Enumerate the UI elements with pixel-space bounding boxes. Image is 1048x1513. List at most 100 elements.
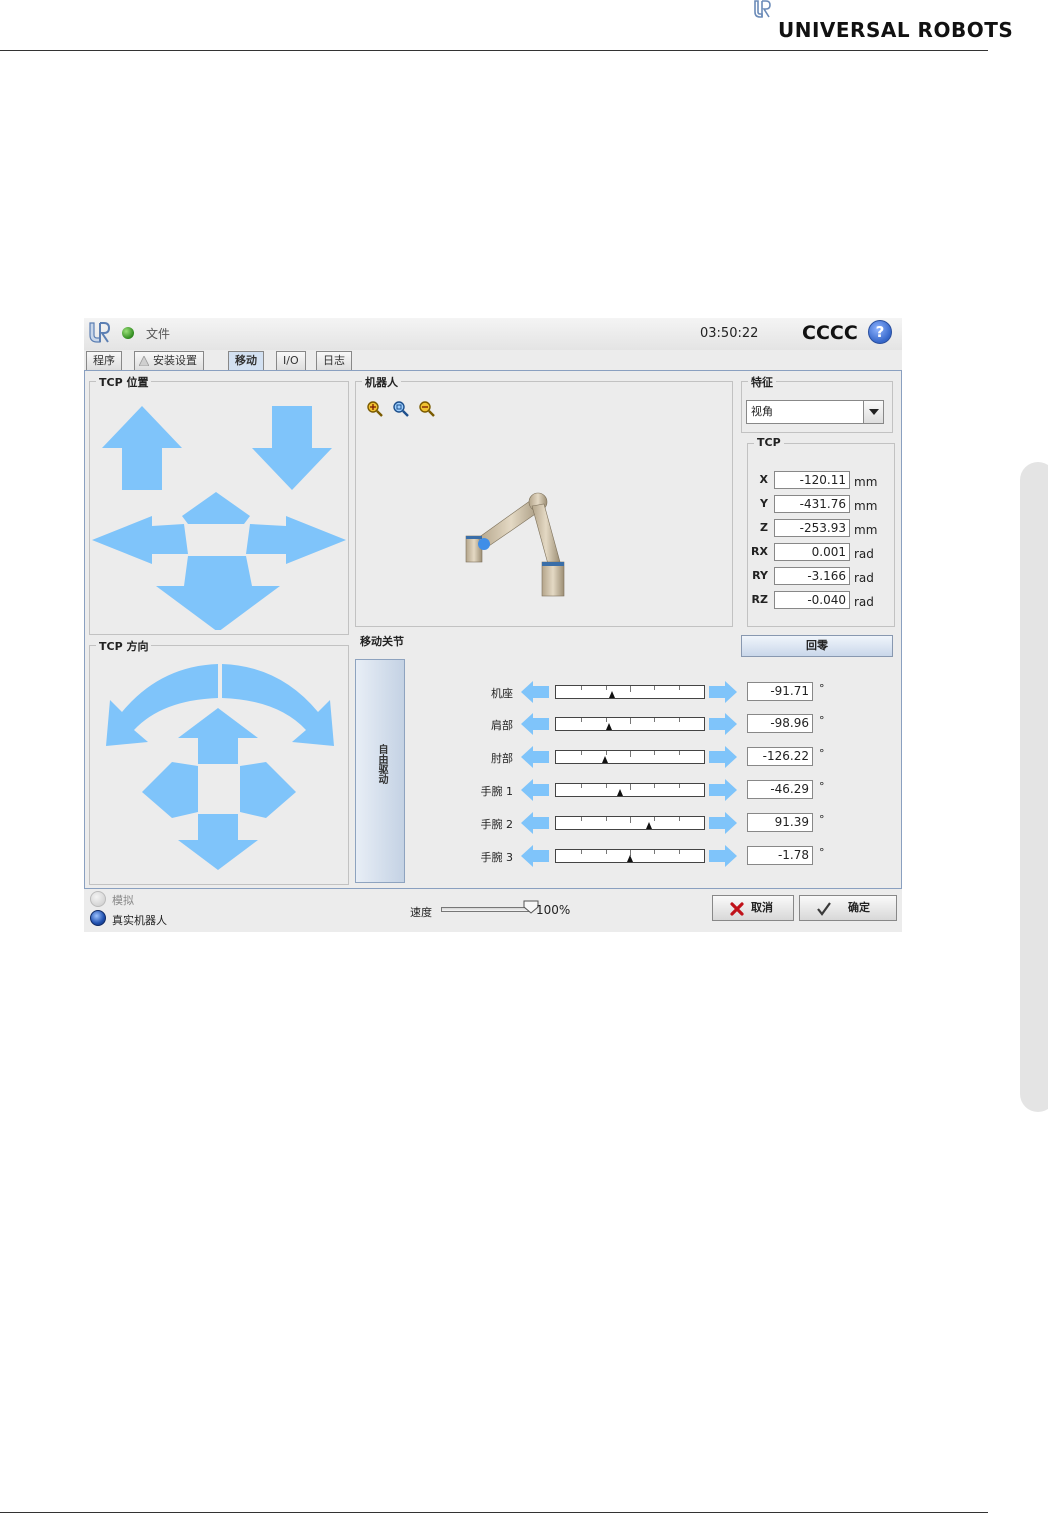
brand-name: UNIVERSAL ROBOTS: [778, 18, 1014, 42]
slider-tick: [581, 686, 583, 690]
joint-increase-arrow[interactable]: [709, 746, 737, 768]
tab-installation-label: 安装设置: [153, 354, 197, 367]
joint-decrease-arrow[interactable]: [521, 812, 549, 834]
joint-decrease-arrow[interactable]: [521, 845, 549, 867]
tcp-value-rz[interactable]: -0.040: [774, 591, 850, 609]
joint-position-marker: [646, 822, 653, 829]
ok-button[interactable]: 确定: [799, 895, 897, 921]
joint-increase-arrow[interactable]: [709, 845, 737, 867]
joint-slider[interactable]: [555, 750, 705, 764]
simulate-radio[interactable]: [90, 891, 106, 907]
home-button[interactable]: 回零: [741, 635, 893, 657]
joint-label: 手腕 1: [480, 785, 514, 798]
slider-tick: [606, 686, 608, 690]
joint-increase-arrow[interactable]: [709, 681, 737, 703]
tcp-value-rx[interactable]: 0.001: [774, 543, 850, 561]
zoom-out-icon[interactable]: [418, 400, 436, 418]
tilt-left-arrow[interactable]: [142, 762, 198, 818]
tilt-forward-arrow[interactable]: [178, 708, 258, 764]
footer-bar: 模拟 真实机器人 速度 100% 取消 确定: [84, 889, 902, 932]
tcp-value-y[interactable]: -431.76: [774, 495, 850, 513]
speed-slider-track[interactable]: [441, 907, 533, 912]
move-back-arrow[interactable]: [156, 556, 280, 630]
joint-decrease-arrow[interactable]: [521, 779, 549, 801]
feature-select[interactable]: 视角: [746, 400, 884, 424]
joint-value[interactable]: -126.22: [747, 747, 813, 766]
tilt-back-arrow[interactable]: [178, 814, 258, 870]
joint-position-marker: [601, 756, 608, 763]
slider-tick: [606, 751, 608, 755]
joint-increase-arrow[interactable]: [709, 713, 737, 735]
slider-tick: [581, 850, 583, 854]
move-left-arrow[interactable]: [92, 516, 188, 564]
clock: 03:50:22: [700, 326, 759, 341]
joint-slider[interactable]: [555, 717, 705, 731]
tcp-value-x[interactable]: -120.11: [774, 471, 850, 489]
joint-slider[interactable]: [555, 783, 705, 797]
joint-row: 手腕 3 -1.78 °: [465, 843, 905, 869]
joint-row: 肩部 -98.96 °: [465, 711, 905, 737]
tcp-row-rz: RZ -0.040 rad: [748, 590, 894, 610]
slider-tick: [678, 784, 680, 788]
slider-tick: [630, 751, 631, 757]
close-icon: [730, 902, 744, 916]
tcp-label: RX: [751, 545, 768, 558]
real-robot-radio[interactable]: [90, 910, 106, 926]
zoom-fit-icon[interactable]: [392, 400, 410, 418]
joint-decrease-arrow[interactable]: [521, 681, 549, 703]
joint-value[interactable]: -91.71: [747, 682, 813, 701]
joint-label: 手腕 3: [480, 851, 514, 864]
move-right-arrow[interactable]: [246, 516, 346, 564]
joint-value[interactable]: -98.96: [747, 714, 813, 733]
joint-slider[interactable]: [555, 816, 705, 830]
joint-value[interactable]: -1.78: [747, 846, 813, 865]
joint-row: 手腕 1 -46.29 °: [465, 777, 905, 803]
freedrive-button[interactable]: 自由驱动: [355, 659, 405, 883]
chevron-down-icon[interactable]: [863, 401, 883, 423]
slider-tick: [606, 718, 608, 722]
joint-increase-arrow[interactable]: [709, 779, 737, 801]
tab-installation[interactable]: 安装设置: [134, 351, 204, 370]
robot-view-panel: 机器人: [355, 374, 733, 627]
slider-tick: [606, 850, 608, 854]
help-button[interactable]: ?: [868, 320, 892, 344]
robot-arm-3d-view: [465, 492, 565, 597]
joint-increase-arrow[interactable]: [709, 812, 737, 834]
cancel-button[interactable]: 取消: [712, 895, 794, 921]
joint-decrease-arrow[interactable]: [521, 746, 549, 768]
slider-tick: [653, 686, 655, 690]
move-tab-content: TCP 位置 TCP 方向 机器人 特征 视角 TCP X -120.11 mm…: [84, 370, 902, 889]
tcp-value-ry[interactable]: -3.166: [774, 567, 850, 585]
tab-log[interactable]: 日志: [316, 351, 352, 370]
joint-row: 肘部 -126.22 °: [465, 744, 905, 770]
tcp-value-z[interactable]: -253.93: [774, 519, 850, 537]
joint-slider[interactable]: [555, 849, 705, 863]
tab-io[interactable]: I/O: [276, 351, 306, 370]
slider-tick: [581, 784, 583, 788]
slider-tick: [653, 718, 655, 722]
move-forward-arrow[interactable]: [182, 492, 250, 524]
joint-unit: °: [819, 747, 825, 760]
tab-program[interactable]: 程序: [86, 351, 122, 370]
universal-robots-logo-icon: [754, 0, 771, 18]
title-bar: 文件 03:50:22 CCCC ?: [84, 318, 902, 350]
joint-slider[interactable]: [555, 685, 705, 699]
slider-tick: [581, 718, 583, 722]
joint-value[interactable]: -46.29: [747, 780, 813, 799]
polyscope-screenshot: 文件 03:50:22 CCCC ? 程序 安装设置 移动 I/O 日志 TCP…: [84, 318, 902, 932]
status-indicator-icon: [122, 327, 134, 339]
move-joints-title: 移动关节: [357, 633, 407, 649]
joint-label: 机座: [491, 687, 513, 700]
file-menu[interactable]: 文件: [146, 325, 170, 342]
joint-position-marker: [609, 691, 616, 698]
zoom-in-icon[interactable]: [366, 400, 384, 418]
slider-tick: [630, 718, 631, 724]
joint-decrease-arrow[interactable]: [521, 713, 549, 735]
joint-value[interactable]: 91.39: [747, 813, 813, 832]
tab-move[interactable]: 移动: [228, 351, 264, 372]
robot-view-title: 机器人: [362, 374, 401, 390]
move-down-arrow[interactable]: [252, 406, 332, 490]
tilt-right-arrow[interactable]: [240, 762, 296, 818]
move-up-arrow[interactable]: [102, 406, 182, 490]
tcp-unit: mm: [854, 499, 878, 513]
